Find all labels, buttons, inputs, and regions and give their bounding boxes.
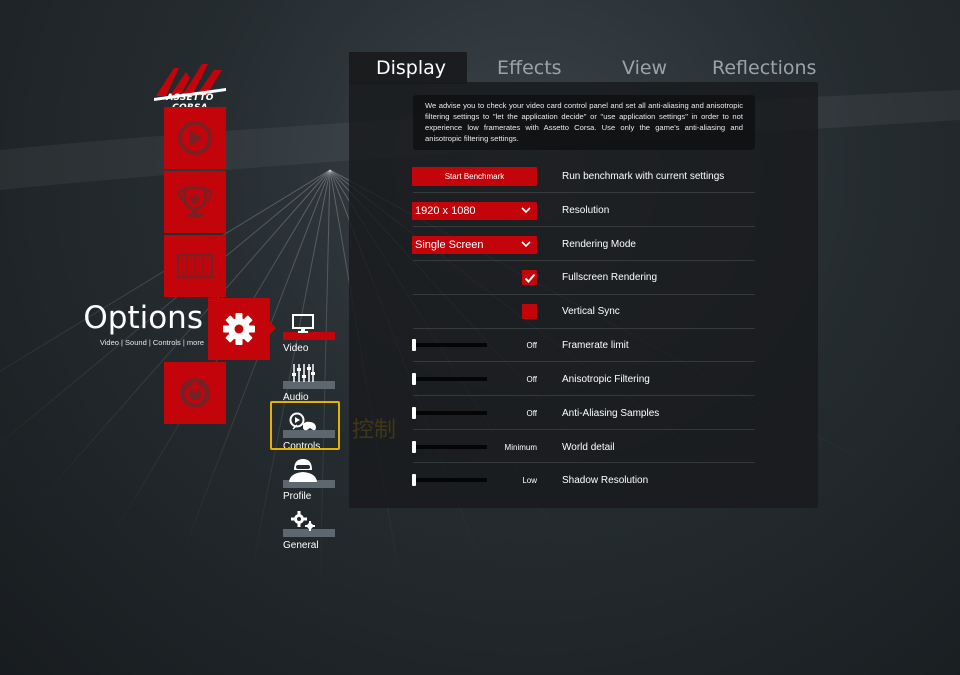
- antialiasing-slider-handle[interactable]: [412, 407, 416, 419]
- resolution-label: Resolution: [562, 205, 610, 216]
- row-divider: [413, 395, 755, 396]
- play-wheel-icon: [178, 121, 212, 155]
- chevron-down-icon: [521, 207, 531, 214]
- submenu-video[interactable]: Video: [283, 312, 335, 354]
- anisotropic-slider-track[interactable]: [413, 377, 487, 381]
- shadow-resolution-slider-handle[interactable]: [412, 474, 416, 486]
- submenu-audio[interactable]: Audio: [283, 361, 335, 403]
- submenu-profile-label: Profile: [283, 491, 312, 502]
- power-icon: [180, 378, 210, 408]
- tab-display[interactable]: Display: [376, 57, 446, 79]
- world-detail-value: Minimum: [504, 443, 537, 452]
- equalizer-icon: [292, 364, 315, 382]
- submenu-general[interactable]: General: [283, 509, 335, 551]
- world-detail-slider-handle[interactable]: [412, 441, 416, 453]
- replay-button[interactable]: [164, 235, 226, 297]
- submenu-profile[interactable]: Profile: [283, 458, 335, 502]
- submenu-general-label: General: [283, 540, 319, 551]
- row-divider: [413, 429, 755, 430]
- tab-effects[interactable]: Effects: [497, 57, 562, 79]
- rendering-mode-label: Rendering Mode: [562, 239, 636, 250]
- rendering-mode-dropdown[interactable]: Single Screen: [412, 236, 537, 254]
- fullscreen-label: Fullscreen Rendering: [562, 272, 658, 283]
- options-pointer: [270, 322, 276, 334]
- anisotropic-value: Off: [526, 375, 537, 384]
- checkmark-icon: [524, 273, 535, 283]
- gear-icon: [223, 313, 255, 345]
- drive-button[interactable]: [164, 107, 226, 169]
- row-divider: [413, 192, 755, 193]
- vsync-checkbox[interactable]: [522, 304, 537, 319]
- benchmark-label: Run benchmark with current settings: [562, 171, 725, 182]
- options-subtitle: Video | Sound | Controls | more: [99, 338, 204, 347]
- anisotropic-label: Anisotropic Filtering: [562, 374, 650, 385]
- monitor-icon: [292, 314, 314, 333]
- options-button[interactable]: [208, 298, 270, 360]
- film-strip-icon: [176, 253, 214, 279]
- trophy-icon: [177, 186, 213, 217]
- framerate-limit-label: Framerate limit: [562, 340, 629, 351]
- quit-button[interactable]: [164, 362, 226, 424]
- shadow-resolution-value: Low: [522, 476, 537, 485]
- framerate-limit-slider-track[interactable]: [413, 343, 487, 347]
- framerate-limit-slider-handle[interactable]: [412, 339, 416, 351]
- row-divider: [413, 361, 755, 362]
- row-divider: [413, 294, 755, 295]
- row-divider: [413, 328, 755, 329]
- antialiasing-label: Anti-Aliasing Samples: [562, 408, 660, 419]
- shadow-resolution-label: Shadow Resolution: [562, 475, 649, 486]
- vsync-label: Vertical Sync: [562, 306, 620, 317]
- controls-hover-highlight: [270, 401, 340, 450]
- start-benchmark-button[interactable]: Start Benchmark: [412, 167, 537, 186]
- options-title: Options: [83, 300, 203, 336]
- resolution-value: 1920 x 1080: [415, 205, 476, 217]
- resolution-dropdown[interactable]: 1920 x 1080: [412, 202, 537, 220]
- rendering-mode-value: Single Screen: [415, 239, 484, 251]
- fullscreen-checkbox[interactable]: [522, 270, 537, 285]
- career-button[interactable]: [164, 171, 226, 233]
- framerate-limit-value: Off: [526, 341, 537, 350]
- world-detail-slider-track[interactable]: [413, 445, 487, 449]
- antialiasing-slider-track[interactable]: [413, 411, 487, 415]
- row-divider: [413, 260, 755, 261]
- tab-reflections[interactable]: Reflections: [712, 57, 816, 79]
- row-divider: [413, 226, 755, 227]
- row-divider: [413, 462, 755, 463]
- submenu-video-label: Video: [283, 343, 309, 354]
- chevron-down-icon: [521, 241, 531, 248]
- tab-view[interactable]: View: [622, 57, 667, 79]
- helmet-driver-icon: [289, 459, 317, 482]
- world-detail-label: World detail: [562, 442, 615, 453]
- anisotropic-slider-handle[interactable]: [412, 373, 416, 385]
- antialiasing-value: Off: [526, 409, 537, 418]
- gears-icon: [291, 511, 315, 531]
- advice-text: We advise you to check your video card c…: [413, 95, 755, 150]
- shadow-resolution-slider-track[interactable]: [413, 478, 487, 482]
